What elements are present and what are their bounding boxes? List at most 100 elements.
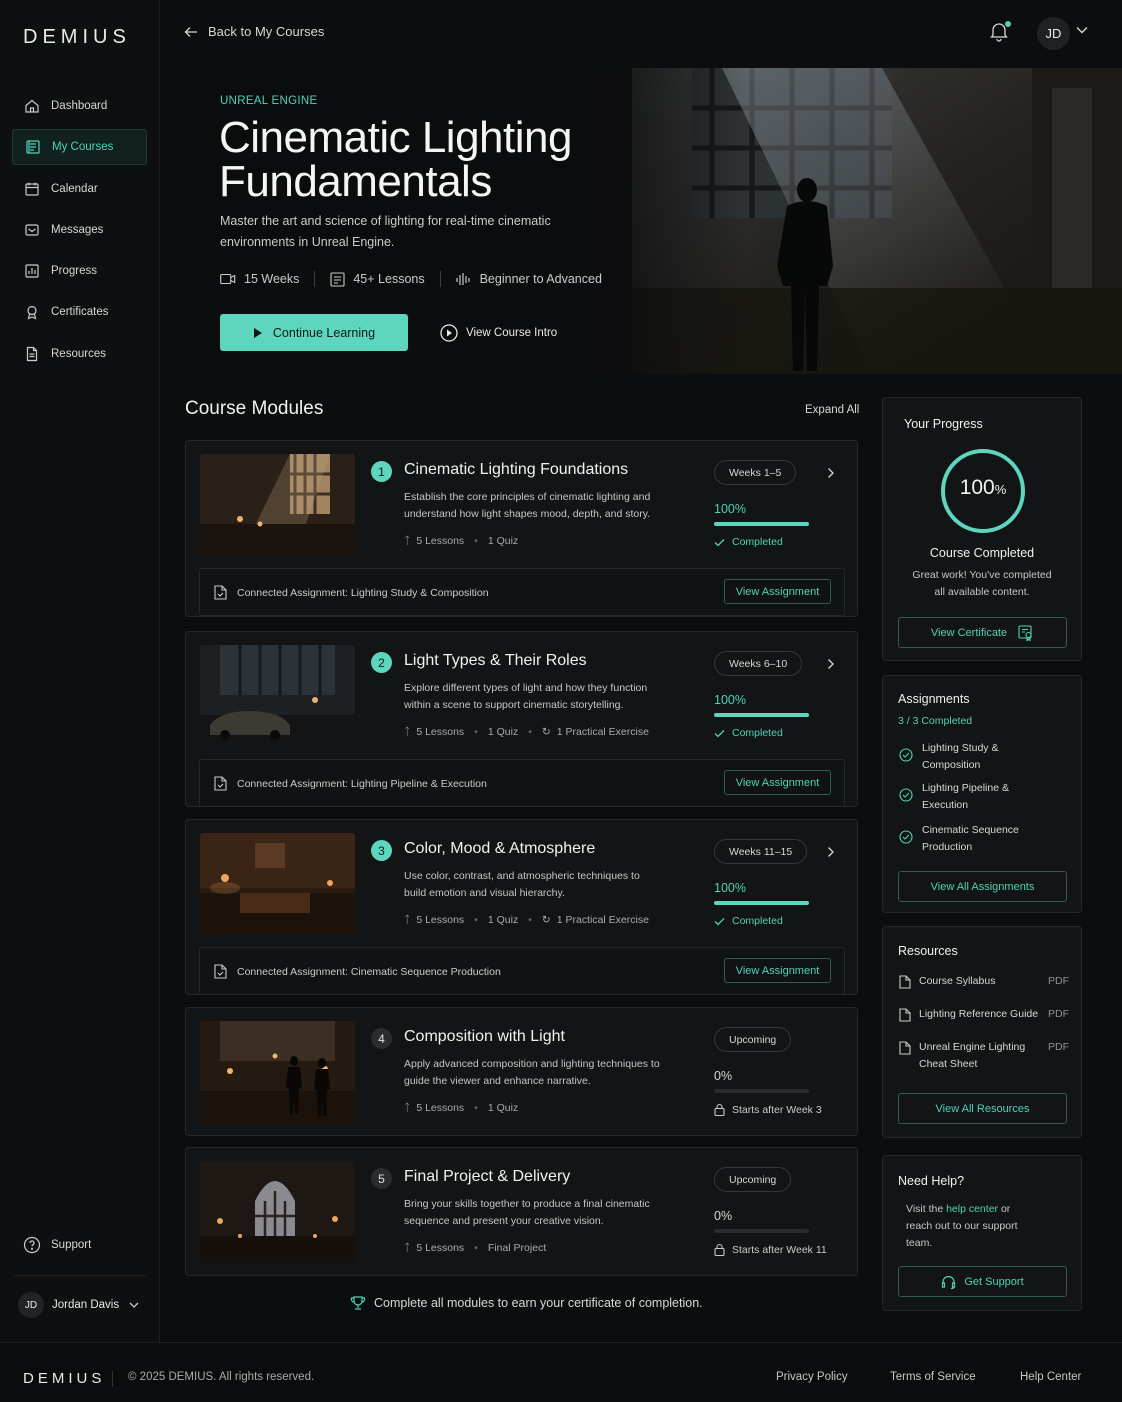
notifications-button[interactable]: [988, 20, 1012, 44]
module-title[interactable]: Color, Mood & Atmosphere: [404, 840, 595, 858]
sidebar-item-certificates[interactable]: Certificates: [12, 294, 147, 330]
footer-divider: [112, 1371, 113, 1387]
meta-dot: •: [528, 726, 532, 738]
user-name: Jordan Davis: [52, 1299, 120, 1311]
view-certificate-button[interactable]: View Certificate: [898, 617, 1067, 648]
page-title: Cinematic Lighting Fundamentals: [219, 113, 572, 206]
get-support-button[interactable]: Get Support: [898, 1266, 1067, 1297]
terms-of-service-link[interactable]: Terms of Service: [890, 1371, 976, 1383]
resource-item[interactable]: Course Syllabus PDF: [899, 973, 1069, 990]
avatar[interactable]: JD: [1037, 17, 1070, 50]
module-description: Establish the core principles of cinemat…: [404, 491, 651, 520]
back-link[interactable]: Back to My Courses: [184, 24, 324, 39]
assignment-item[interactable]: Lighting Pipeline & Execution: [899, 780, 1027, 814]
chevron-right-icon[interactable]: [827, 467, 835, 479]
module-quiz: 1 Quiz: [487, 535, 519, 547]
support-link[interactable]: Support: [23, 1236, 91, 1254]
sidebar-item-calendar[interactable]: Calendar: [12, 171, 147, 207]
module-meta: ᛏ 5 Lessons • 1 Quiz: [404, 1102, 518, 1114]
course-category: UNREAL ENGINE: [220, 95, 318, 107]
help-center-link[interactable]: help center: [946, 1203, 998, 1215]
sidebar-item-my-courses[interactable]: My Courses: [12, 129, 147, 166]
continue-learning-button[interactable]: Continue Learning: [220, 314, 408, 351]
footer-logo[interactable]: DEMIUS: [23, 1370, 105, 1387]
completion-note: Complete all modules to earn your certif…: [350, 1295, 703, 1311]
brand-logo[interactable]: DEMIUS: [23, 26, 131, 49]
help-center-footer-link[interactable]: Help Center: [1020, 1371, 1081, 1383]
resource-type: PDF: [1048, 1008, 1069, 1020]
resource-type: PDF: [1048, 1041, 1069, 1053]
check-icon: [714, 538, 725, 546]
help-text: Visit the help center or reach out to ou…: [906, 1201, 1036, 1252]
meta-divider: [439, 271, 441, 287]
meta-weeks: 15 Weeks: [220, 272, 299, 286]
module-status: Completed: [714, 536, 783, 548]
book-icon: [24, 138, 42, 156]
connected-assignment-label: Connected Assignment: Cinematic Sequence…: [214, 964, 501, 979]
headset-icon: [942, 1275, 956, 1289]
view-all-assignments-button[interactable]: View All Assignments: [898, 871, 1067, 902]
meta-dot: •: [528, 914, 532, 926]
lock-icon: [714, 1243, 725, 1256]
assignment-item[interactable]: Lighting Study & Composition: [899, 740, 1027, 774]
view-assignment-button[interactable]: View Assignment: [724, 958, 831, 983]
module-description: Bring your skills together to produce a …: [404, 1198, 650, 1227]
module-title[interactable]: Composition with Light: [404, 1028, 565, 1046]
module-progress-bar: [714, 1089, 809, 1093]
resource-item[interactable]: Lighting Reference Guide PDF: [899, 1006, 1069, 1023]
meta-level: Beginner to Advanced: [455, 272, 602, 286]
check-circle-icon: [899, 748, 913, 762]
check-circle-icon: [899, 788, 913, 802]
sidebar-item-messages[interactable]: Messages: [12, 212, 147, 248]
back-label: Back to My Courses: [208, 24, 325, 39]
expand-all-button[interactable]: Expand All: [805, 404, 859, 416]
module-meta: ᛏ 5 Lessons • 1 Quiz • ↻ 1 Practical Exercis…: [404, 914, 649, 926]
lessons-icon: ᛏ: [404, 535, 411, 547]
module-title[interactable]: Cinematic Lighting Foundations: [404, 461, 628, 479]
module-status-label: Starts after Week 11: [732, 1243, 827, 1256]
sidebar-item-dashboard[interactable]: Dashboard: [12, 88, 147, 124]
assignment-item[interactable]: Cinematic Sequence Production: [899, 822, 1034, 856]
module-number: 1: [371, 461, 392, 482]
sidebar-item-progress[interactable]: Progress: [12, 253, 147, 289]
chevron-right-icon[interactable]: [827, 846, 835, 858]
module-status: Completed: [714, 727, 783, 739]
sidebar-item-resources[interactable]: Resources: [12, 336, 147, 372]
resource-name: Course Syllabus: [919, 975, 996, 987]
module-card: 3 Color, Mood & Atmosphere Use color, co…: [185, 819, 858, 995]
file-icon: [899, 1008, 911, 1022]
sidebar-item-label: Messages: [51, 223, 104, 236]
module-title[interactable]: Final Project & Delivery: [404, 1168, 570, 1186]
resource-name: Unreal Engine Lighting Cheat Sheet: [919, 1041, 1026, 1070]
progress-fill: [714, 901, 809, 905]
view-assignment-button[interactable]: View Assignment: [724, 770, 831, 795]
user-menu[interactable]: JD Jordan Davis: [18, 1292, 139, 1318]
connected-assignment: Connected Assignment: Lighting Pipeline …: [199, 759, 845, 807]
chevron-right-icon[interactable]: [827, 658, 835, 670]
module-progress-bar: [714, 901, 809, 905]
module-quiz: 1 Quiz: [487, 914, 519, 926]
module-title[interactable]: Light Types & Their Roles: [404, 652, 587, 670]
check-circle-icon: [899, 830, 913, 844]
module-final-project: Final Project: [487, 1242, 547, 1254]
privacy-policy-link[interactable]: Privacy Policy: [776, 1371, 848, 1383]
view-assignment-button[interactable]: View Assignment: [724, 579, 831, 604]
module-meta: ᛏ 5 Lessons • 1 Quiz • ↻ 1 Practical Exercis…: [404, 726, 649, 738]
arrow-left-icon: [184, 26, 197, 37]
certificate-icon: [1018, 624, 1032, 641]
chevron-down-icon[interactable]: [1076, 26, 1088, 34]
sidebar: DEMIUS Dashboard My Courses Calendar Mes…: [0, 0, 160, 1342]
module-card: 4 Composition with Light Apply advanced …: [185, 1007, 858, 1136]
connected-assignment: Connected Assignment: Lighting Study & C…: [199, 568, 845, 616]
view-all-resources-button[interactable]: View All Resources: [898, 1093, 1067, 1124]
view-course-intro-button[interactable]: View Course Intro: [440, 324, 557, 342]
resource-item[interactable]: Unreal Engine Lighting Cheat Sheet PDF: [899, 1039, 1069, 1073]
meta-dot: •: [474, 726, 478, 738]
connected-assignment-text: Connected Assignment: Lighting Study & C…: [237, 586, 489, 599]
meta-level-label: Beginner to Advanced: [479, 272, 602, 286]
card-title: Resources: [898, 944, 958, 958]
sidebar-item-label: Resources: [51, 347, 106, 360]
module-status: Starts after Week 11: [714, 1243, 827, 1256]
assignment-icon: [214, 964, 227, 979]
lessons-icon: ᛏ: [404, 1102, 411, 1114]
